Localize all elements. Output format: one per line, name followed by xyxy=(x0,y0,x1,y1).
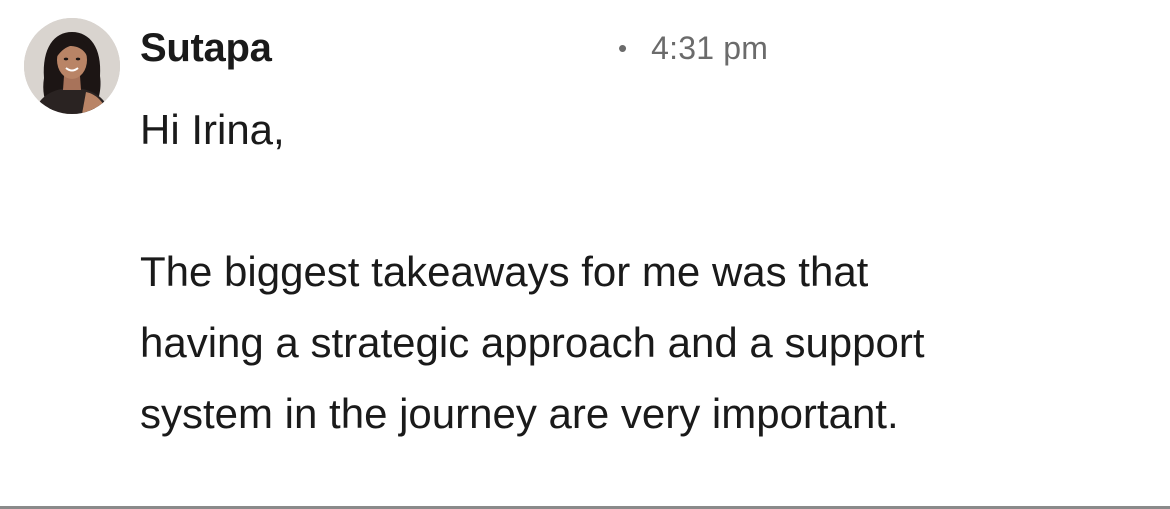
sender-avatar[interactable] xyxy=(24,18,120,114)
timestamp: 4:31 pm xyxy=(651,30,769,66)
message-item: Sutapa • 4:31 pm Hi Irina, The biggest t… xyxy=(0,0,1170,506)
body-line: having a strategic approach and a suppor… xyxy=(140,319,925,366)
body-line: system in the journey are very important… xyxy=(140,390,899,437)
sender-name[interactable]: Sutapa xyxy=(140,24,272,72)
greeting-line: Hi Irina, xyxy=(140,106,285,153)
profile-photo-icon xyxy=(24,18,120,114)
body-line: The biggest takeaways for me was that xyxy=(140,248,869,295)
separator-dot: • xyxy=(618,33,628,63)
message-body: Hi Irina, The biggest takeaways for me w… xyxy=(140,94,1140,449)
message-meta: • 4:31 pm xyxy=(618,26,768,70)
